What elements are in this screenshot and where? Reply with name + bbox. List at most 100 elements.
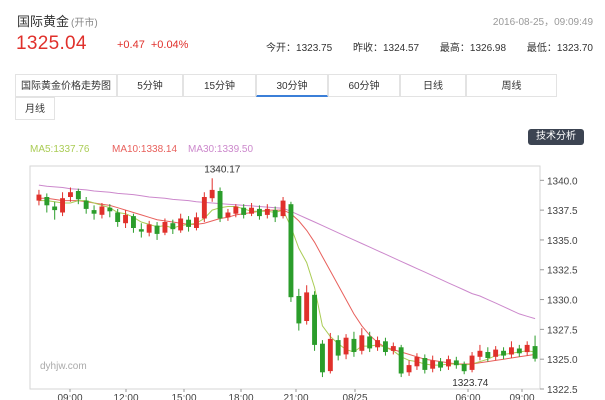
candle [438,361,443,368]
tab-15min[interactable]: 15分钟 [183,74,256,97]
candle [343,337,349,355]
period-tabs: 国际黄金价格走势图 5分钟 15分钟 30分钟 60分钟 日线 周线 月线 [15,74,589,122]
instrument-name: 国际黄金 [17,14,70,29]
y-tick-label: 1337.5 [547,206,578,217]
tech-analysis-button[interactable]: 技术分析 [528,129,584,145]
stat-low: 最低：1323.70 [526,43,593,54]
candle [485,352,491,358]
candle [241,207,247,215]
candle [367,336,373,349]
instrument-title: 国际黄金 (开市) [17,11,98,30]
y-tick-label: 1340.0 [547,176,578,187]
tab-price-chart[interactable]: 国际黄金价格走势图 [15,74,117,97]
y-tick-label: 1330.0 [547,296,578,307]
candle [272,210,278,218]
candle [194,217,199,228]
candle [304,292,310,321]
candle [398,347,404,374]
x-tick-label: 09:00 [509,393,534,400]
candle [123,214,128,224]
candle [75,191,81,200]
y-tick-label: 1327.5 [547,325,578,336]
candle [83,200,89,209]
stat-high: 最高：1326.98 [439,43,507,54]
candle [257,208,262,217]
candle [390,346,396,351]
candle [99,206,105,215]
stat-prev-close: 昨收：1324.57 [352,43,420,54]
candle [154,225,160,234]
candle [186,219,191,227]
candle [524,344,530,353]
candle [320,343,325,373]
tab-5min[interactable]: 5分钟 [117,74,183,97]
quote-datetime: 2016-08-25，09:09:49 [492,17,593,28]
candle [469,355,475,370]
tab-daily[interactable]: 日线 [400,74,466,97]
y-tick-label: 1322.5 [547,385,578,396]
y-tick-label: 1335.0 [547,236,578,247]
candle [359,335,365,351]
tab-30min[interactable]: 30分钟 [256,74,328,97]
candle [532,346,538,359]
high-annotation: 1340.17 [204,164,241,175]
candle [264,208,270,215]
x-tick-label: 15:00 [171,393,196,400]
candle [60,198,65,213]
low-annotation: 1323.74 [452,378,489,389]
candlestick-chart: 1340.0 1337.5 1335.0 1332.5 1330.0 1327.5 1325… [29,164,578,400]
candle [162,222,168,233]
candle [138,229,144,232]
watermark: dyhjw.com [40,361,87,372]
candle [201,197,207,219]
candle [146,224,152,233]
stat-open: 今开：1323.75 [266,43,333,54]
x-tick-label: 08/25 [342,393,367,400]
candle [406,365,412,373]
candle [414,356,420,367]
candle [44,197,50,206]
tab-weekly[interactable]: 周线 [466,74,557,97]
y-tick-label: 1325.0 [547,355,578,366]
candle [327,338,333,372]
tab-60min[interactable]: 60分钟 [328,74,400,97]
candle [209,189,215,199]
y-tick-label: 1332.5 [547,266,578,277]
candle [383,341,388,352]
candle [170,223,176,230]
change-value: +0.47 [117,39,145,51]
candle [375,340,380,348]
ma10-line [38,197,536,365]
candle [52,206,58,211]
candle [288,204,294,298]
candle [493,349,499,357]
ma5-label: MA5:1337.76 [30,144,90,155]
candle [249,207,254,214]
candle [36,194,42,201]
candle [115,212,121,222]
candle [477,350,483,357]
candle [461,364,467,372]
candle [107,207,113,212]
candle [351,338,357,352]
quote-stats: 今开：1323.75 昨收：1324.57 最高：1326.98 最低：1323… [248,39,593,54]
candle [312,294,317,345]
candle [131,216,136,228]
x-tick-label: 09:00 [57,393,82,400]
candle [233,206,239,214]
x-tick-label: 18:00 [228,393,253,400]
tab-monthly[interactable]: 月线 [15,97,55,120]
ma30-line [38,184,536,320]
current-price: 1325.04 [16,33,87,54]
change-percent: +0.04% [150,39,189,51]
candle [178,218,184,231]
candle [335,340,341,356]
x-tick-label: 12:00 [113,393,138,400]
quote-header: 国际黄金 (开市) 2016-08-25，09:09:49 1325.04 +0.… [0,0,605,72]
candle [296,296,302,324]
candle [516,348,522,354]
candle [501,350,506,356]
candle [453,360,459,366]
ma30-label: MA30:1339.50 [188,144,254,155]
plot-frame [29,165,541,390]
